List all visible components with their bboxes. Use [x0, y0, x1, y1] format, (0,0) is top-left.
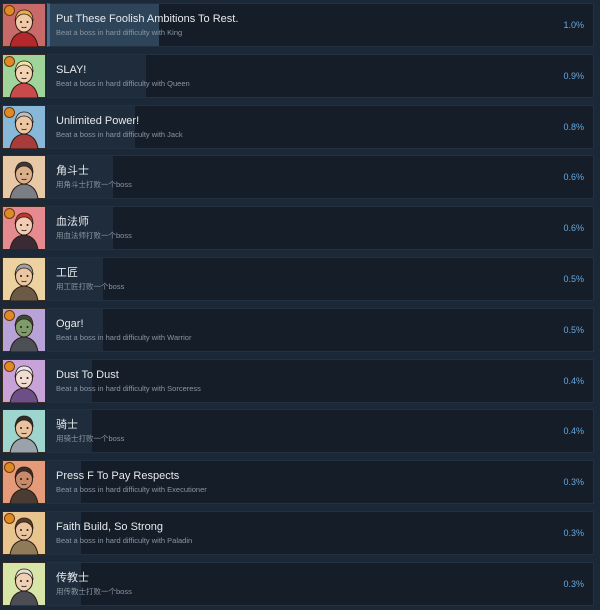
- missionary-portrait-icon: [2, 561, 46, 606]
- achievement-description: Beat a boss in hard difficulty with King: [56, 28, 183, 37]
- achievement-title: Faith Build, So Strong: [56, 521, 164, 533]
- achievement-unlock-percent: 0.3%: [563, 528, 584, 538]
- achievement-list: Put These Foolish Ambitions To Rest. Beat…: [0, 0, 600, 607]
- gladiator-portrait-icon: [2, 155, 46, 200]
- achievement-title: 骑士: [56, 419, 78, 432]
- achievement-row[interactable]: 工匠用工匠打败一个boss 0.5%: [0, 255, 600, 305]
- difficulty-badge-icon: [4, 309, 15, 321]
- achievement-description: 用工匠打败一个boss: [56, 282, 125, 291]
- achievement-row[interactable]: Put These Foolish Ambitions To Rest. Beat…: [0, 1, 600, 51]
- achievement-title: SLAY!: [56, 63, 87, 76]
- achievement-progress-track: [47, 155, 594, 200]
- achievement-progress-track: [47, 409, 594, 454]
- achievement-description: Beat a boss in hard difficulty with Quee…: [56, 78, 190, 88]
- achievement-title: 角斗士: [56, 165, 89, 178]
- achievement-unlock-percent: 0.4%: [563, 426, 584, 437]
- queen-portrait-icon: [2, 53, 46, 98]
- paladin-portrait-icon: [2, 511, 46, 555]
- achievement-title: Dust To Dust: [56, 368, 119, 381]
- achievement-row[interactable]: 血法师用血法师打败一个boss 0.6%: [0, 204, 600, 254]
- difficulty-badge-icon: [4, 5, 15, 16]
- achievement-title: 工匠: [56, 267, 78, 279]
- achievement-unlock-percent: 0.8%: [563, 121, 584, 132]
- achievement-description: 用骑士打败一个boss: [56, 434, 125, 444]
- achievement-description: Beat a boss in hard difficulty with Warr…: [56, 332, 192, 342]
- blood-mage-portrait-icon: [2, 206, 46, 251]
- difficulty-badge-icon: [4, 55, 15, 67]
- difficulty-badge-icon: [4, 513, 15, 524]
- achievement-row[interactable]: 角斗士用角斗士打败一个boss 0.6%: [0, 153, 600, 203]
- difficulty-badge-icon: [4, 360, 15, 372]
- achievement-description: Beat a boss in hard difficulty with Jack: [56, 129, 183, 139]
- achievement-unlock-percent: 0.6%: [563, 223, 584, 234]
- achievement-row[interactable]: Dust To Dust Beat a boss in hard difficul…: [0, 357, 600, 407]
- achievement-description: Beat a boss in hard difficulty with Sorc…: [56, 383, 201, 393]
- achievement-unlock-percent: 1.0%: [563, 20, 584, 30]
- achievement-unlock-percent: 0.3%: [563, 578, 584, 589]
- achievement-progress-track: [47, 358, 594, 403]
- achievement-row[interactable]: Press F To Pay Respects Beat a boss in ha…: [0, 458, 600, 508]
- achievement-title: 传教士: [56, 571, 89, 584]
- achievement-title: Press F To Pay Respects: [56, 470, 180, 483]
- achievement-unlock-percent: 0.6%: [563, 172, 584, 183]
- achievement-description: Beat a boss in hard difficulty with Pala…: [56, 536, 193, 545]
- difficulty-badge-icon: [4, 106, 15, 118]
- achievement-row[interactable]: Faith Build, So Strong Beat a boss in har…: [0, 509, 600, 559]
- achievement-progress-track: [47, 206, 594, 251]
- achievement-row[interactable]: Unlimited Power! Beat a boss in hard diff…: [0, 103, 600, 153]
- king-portrait-icon: [2, 3, 46, 47]
- achievement-row[interactable]: Ogar! Beat a boss in hard difficulty with…: [0, 306, 600, 356]
- achievement-row[interactable]: 骑士用骑士打败一个boss 0.4%: [0, 407, 600, 457]
- achievement-title: Unlimited Power!: [56, 114, 140, 127]
- achievement-title: Put These Foolish Ambitions To Rest.: [56, 13, 239, 25]
- jack-portrait-icon: [2, 104, 46, 149]
- achievement-progress-track: [47, 257, 594, 301]
- achievement-row[interactable]: SLAY! Beat a boss in hard difficulty with…: [0, 52, 600, 102]
- achievement-progress-track: [47, 561, 594, 606]
- achievement-title: 血法师: [56, 216, 89, 229]
- achievement-unlock-percent: 0.4%: [563, 375, 584, 386]
- craftsman-portrait-icon: [2, 257, 46, 301]
- executioner-portrait-icon: [2, 460, 46, 505]
- achievement-row[interactable]: 传教士用传教士打败一个boss 0.3%: [0, 560, 600, 610]
- warrior-portrait-icon: [2, 307, 46, 352]
- achievement-description: 用角斗士打败一个boss: [56, 180, 132, 190]
- achievement-description: 用血法师打败一个boss: [56, 231, 132, 241]
- achievement-title: Ogar!: [56, 317, 84, 330]
- achievement-description: Beat a boss in hard difficulty with Exec…: [56, 485, 207, 495]
- achievement-unlock-percent: 0.5%: [563, 274, 584, 284]
- achievement-unlock-percent: 0.5%: [563, 324, 584, 335]
- sorceress-portrait-icon: [2, 358, 46, 403]
- achievement-progress-track: [47, 53, 594, 98]
- knight-portrait-icon: [2, 409, 46, 454]
- achievement-unlock-percent: 0.9%: [563, 70, 584, 81]
- achievement-description: 用传教士打败一个boss: [56, 586, 132, 596]
- achievement-unlock-percent: 0.3%: [563, 477, 584, 488]
- achievement-progress-track: [47, 307, 594, 352]
